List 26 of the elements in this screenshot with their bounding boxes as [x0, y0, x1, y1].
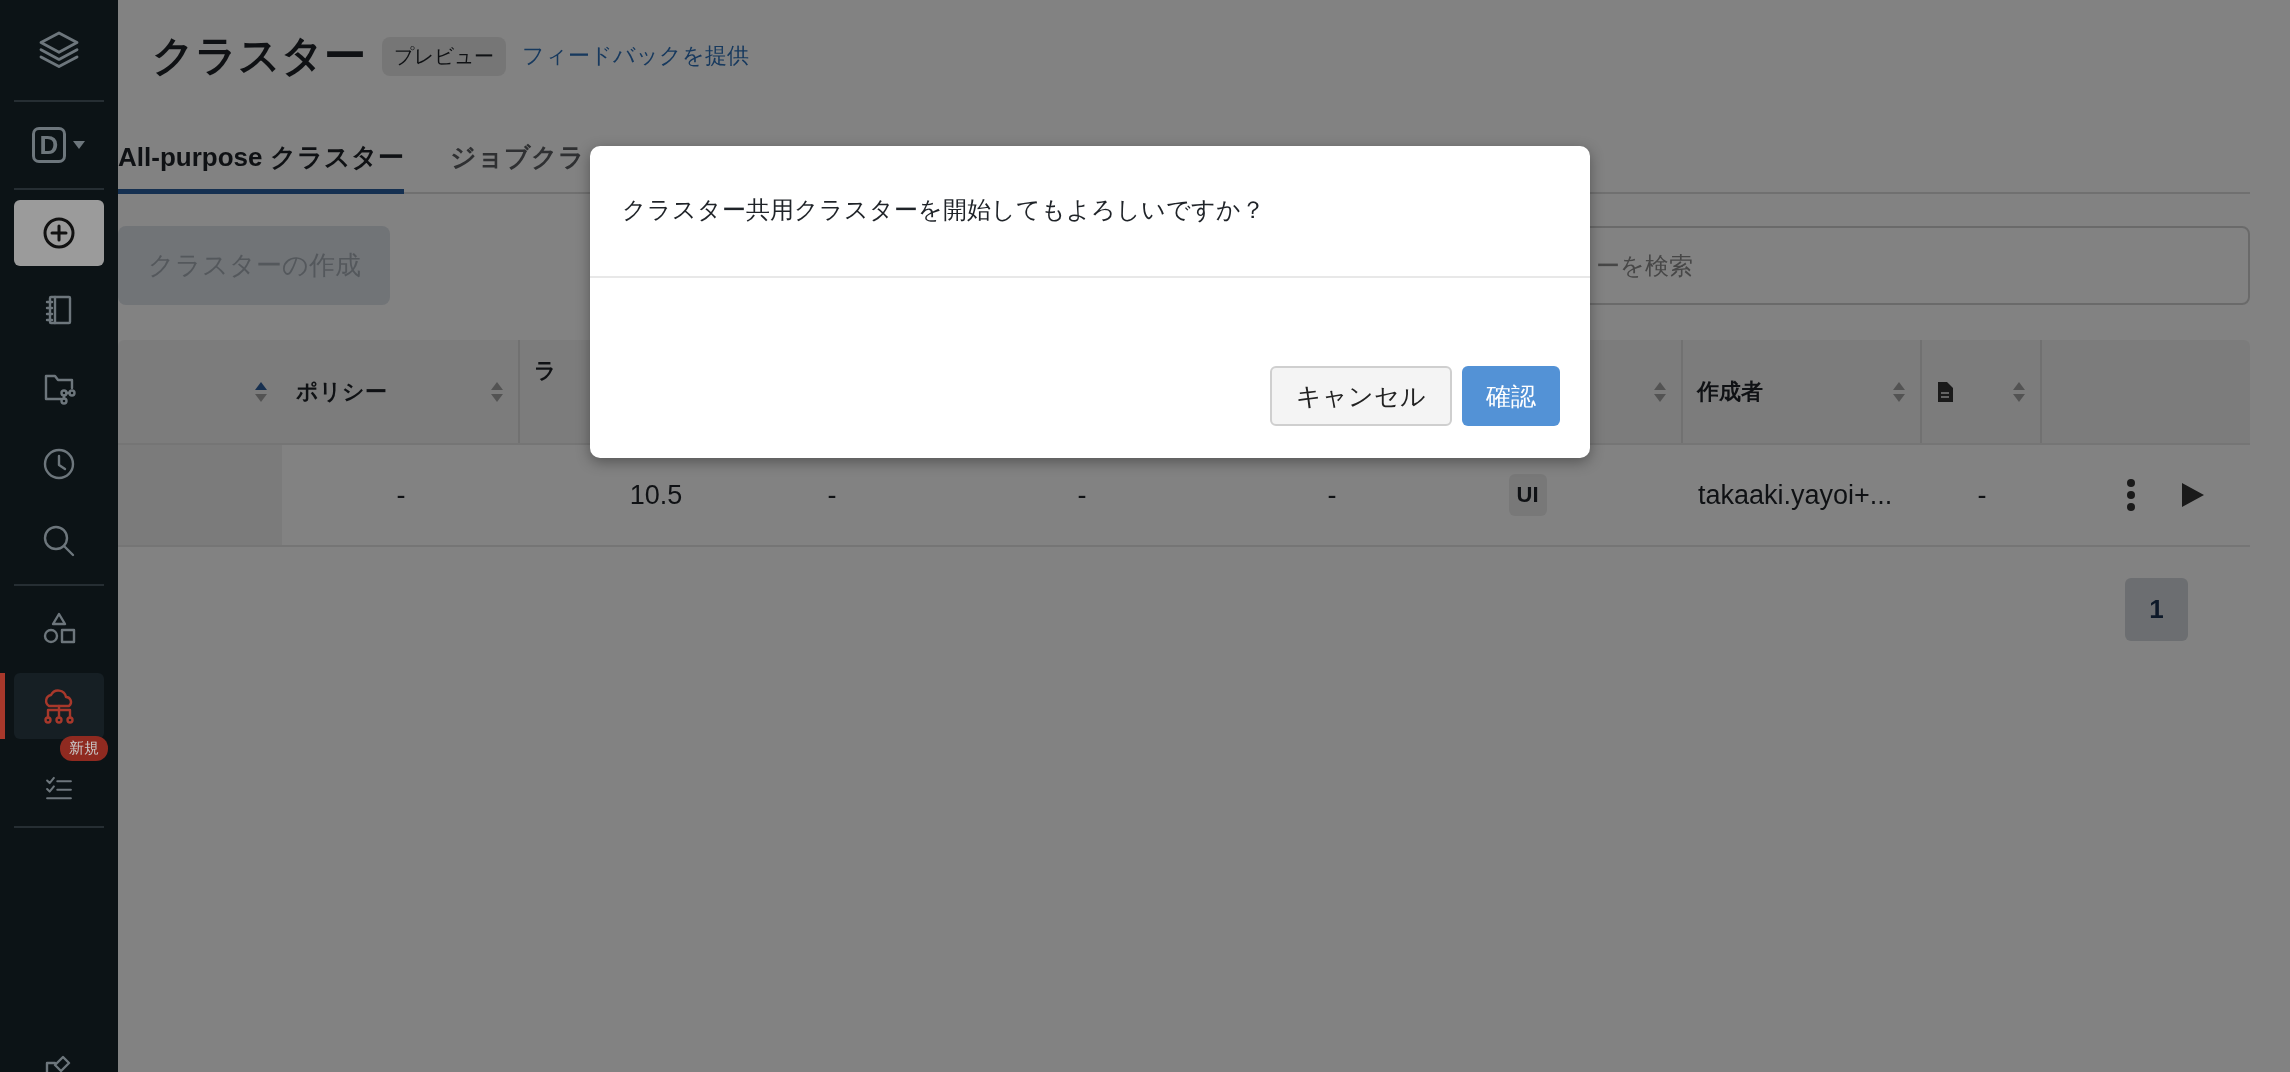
cancel-button[interactable]: キャンセル — [1270, 366, 1452, 426]
column-header: ラ — [534, 357, 557, 385]
tab[interactable]: All-purpose クラスター — [118, 124, 404, 194]
source-tag: UI — [1508, 474, 1547, 516]
page-title: クラスター — [152, 31, 366, 81]
table-cell: 10.5 — [629, 479, 683, 511]
tab[interactable]: ジョブクラ — [449, 124, 585, 194]
table-cell: - — [1077, 479, 1087, 511]
preview-badge: プレビュー — [382, 36, 506, 76]
creator-cell: takaaki.yayoi+... — [1698, 479, 1893, 511]
table-cell: - — [1327, 479, 1337, 511]
more-icon[interactable] — [2126, 478, 2136, 512]
column-header: ポリシー — [296, 377, 387, 406]
play-icon[interactable] — [2180, 481, 2206, 509]
feedback-link[interactable]: フィードバックを提供 — [522, 41, 749, 71]
table-cell: - — [1977, 479, 1987, 511]
page-button[interactable]: 1 — [2125, 578, 2188, 641]
dialog-message: クラスター共用クラスターを開始してもよろしいですか？ — [590, 146, 1590, 278]
new-badge: 新規 — [60, 736, 108, 761]
confirm-button[interactable]: 確認 — [1462, 366, 1560, 426]
table-cell: - — [827, 479, 837, 511]
column-header: 作成者 — [1697, 377, 1763, 406]
workspace-button[interactable]: D — [32, 127, 66, 163]
document-icon — [1936, 380, 1954, 403]
table-cell: - — [396, 479, 406, 511]
caret-icon[interactable] — [72, 140, 86, 150]
